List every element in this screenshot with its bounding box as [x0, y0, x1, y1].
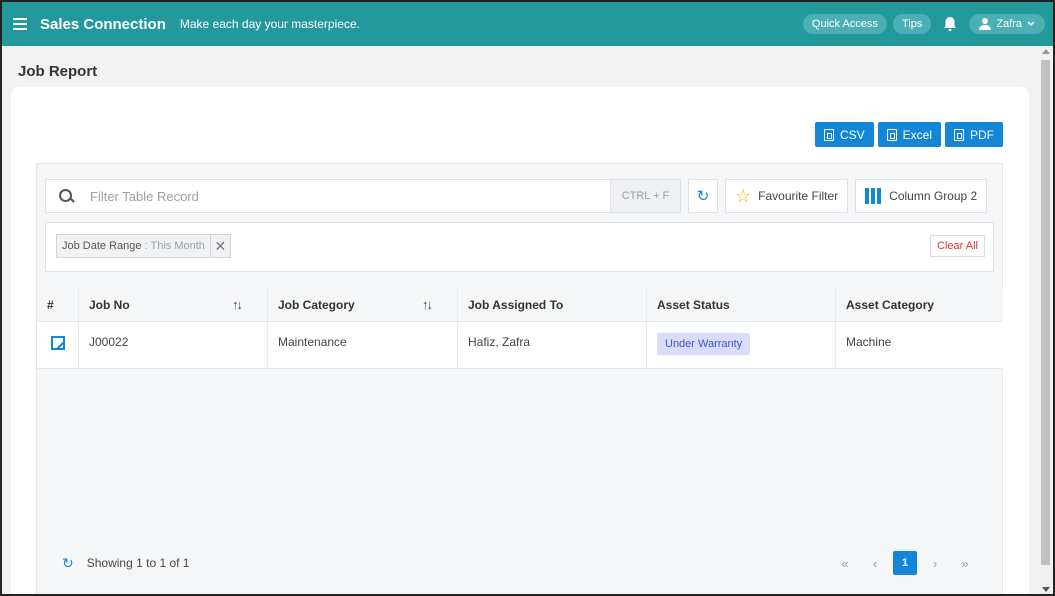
column-header-job-no-label: Job No: [89, 297, 130, 312]
excel-export-button[interactable]: Excel: [877, 122, 941, 147]
prev-page-button[interactable]: ‹: [863, 551, 887, 575]
filter-chip: Job Date Range : This Month ✕: [56, 234, 231, 258]
brand-name[interactable]: Sales Connection: [40, 16, 166, 33]
column-header-job-no[interactable]: Job No ↑↓: [79, 288, 268, 321]
search-icon: [46, 179, 82, 213]
vertical-scrollbar[interactable]: [1038, 46, 1053, 594]
page-number-button[interactable]: 1: [893, 551, 917, 575]
favourite-filter-button[interactable]: ☆ Favourite Filter: [725, 179, 849, 213]
column-group-button[interactable]: Column Group 2: [855, 179, 988, 213]
filter-chip-value: This Month: [150, 240, 205, 252]
filter-chip-text: Job Date Range : This Month: [57, 240, 210, 252]
search-toolbar: CTRL + F ↻ ☆ Favourite Filter Column Gro…: [45, 179, 988, 213]
scroll-down-arrow-icon[interactable]: [1042, 587, 1050, 592]
column-header-asset-category: Asset Category: [846, 297, 935, 312]
csv-label: CSV: [839, 127, 865, 142]
excel-label: Excel: [902, 127, 932, 142]
column-header-job-category-label: Job Category: [278, 297, 355, 312]
column-header-index: #: [37, 288, 79, 321]
scroll-up-arrow-icon[interactable]: [1042, 49, 1050, 54]
report-card: CSV Excel PDF CTRL + F ↻: [11, 87, 1029, 594]
row-action-cell: [37, 322, 79, 368]
table-header: # Job No ↑↓ Job Category ↑↓ Job Assigned…: [37, 288, 1003, 322]
active-filters: Job Date Range : This Month ✕ Clear All: [45, 222, 994, 272]
pagination: « ‹ 1 › »: [833, 551, 977, 575]
clear-all-button[interactable]: Clear All: [930, 235, 985, 257]
pdf-file-icon: [954, 128, 964, 141]
refresh-icon: ↻: [696, 188, 710, 205]
pdf-export-button[interactable]: PDF: [945, 122, 1003, 147]
sort-icon[interactable]: ↑↓: [422, 297, 433, 312]
cell-job-category: Maintenance: [268, 322, 458, 368]
open-external-icon[interactable]: [51, 336, 65, 350]
notification-bell-icon[interactable]: [937, 12, 963, 36]
column-header-asset-status: Asset Status: [647, 288, 836, 321]
chevron-down-icon: [1027, 21, 1035, 27]
brand-tagline: Make each day your masterpiece.: [179, 17, 360, 31]
app-window: Sales Connection Make each day your mast…: [0, 0, 1055, 596]
first-page-button[interactable]: «: [833, 551, 857, 575]
cell-job-no: J00022: [79, 322, 268, 368]
column-group-label: Column Group 2: [889, 189, 978, 203]
refresh-button[interactable]: ↻: [688, 179, 718, 213]
page-title: Job Report: [18, 63, 98, 80]
refresh-icon[interactable]: ↻: [62, 555, 74, 572]
top-bar: Sales Connection Make each day your mast…: [2, 2, 1053, 46]
columns-icon: [865, 188, 882, 204]
column-header-job-category[interactable]: Job Category ↑↓: [268, 288, 458, 321]
shortcut-hint: CTRL + F: [610, 180, 680, 212]
table-panel: CTRL + F ↻ ☆ Favourite Filter Column Gro…: [36, 163, 1003, 594]
sort-icon[interactable]: ↑↓: [232, 297, 243, 312]
user-menu-button[interactable]: Zafra: [969, 14, 1045, 34]
filter-chip-label: Job Date Range: [62, 240, 142, 252]
cell-asset-category: Machine: [846, 335, 892, 349]
user-icon: [979, 18, 992, 30]
scrollbar-thumb[interactable]: [1041, 60, 1050, 565]
search-input[interactable]: [82, 180, 610, 212]
showing-count: Showing 1 to 1 of 1: [86, 556, 190, 570]
last-page-button[interactable]: »: [953, 551, 977, 575]
export-buttons: CSV Excel PDF: [814, 122, 1003, 147]
column-header-job-assigned-to: Job Assigned To: [458, 288, 647, 321]
user-name: Zafra: [996, 18, 1022, 30]
favourite-filter-label: Favourite Filter: [758, 189, 839, 203]
hamburger-menu-icon[interactable]: [2, 2, 38, 46]
table-footer: ↻ Showing 1 to 1 of 1 « ‹ 1 › »: [37, 534, 1003, 592]
csv-export-button[interactable]: CSV: [814, 122, 874, 147]
excel-file-icon: [886, 128, 897, 141]
search-box: CTRL + F: [45, 179, 681, 213]
job-table: # Job No ↑↓ Job Category ↑↓ Job Assigned…: [37, 288, 1003, 369]
top-right-actions: Quick Access Tips Zafra: [802, 12, 1045, 36]
cell-assigned-to: Hafiz, Zafra: [458, 322, 647, 368]
table-row: J00022 Maintenance Hafiz, Zafra Under Wa…: [37, 322, 1003, 369]
cell-asset-status: Under Warranty: [647, 322, 836, 368]
star-icon: ☆: [735, 186, 752, 206]
csv-file-icon: [823, 128, 834, 141]
status-badge: Under Warranty: [657, 333, 751, 355]
quick-access-button[interactable]: Quick Access: [802, 14, 887, 34]
tips-button[interactable]: Tips: [892, 14, 932, 34]
next-page-button[interactable]: ›: [923, 551, 947, 575]
remove-filter-close-icon[interactable]: ✕: [209, 235, 230, 257]
pdf-label: PDF: [970, 127, 994, 142]
